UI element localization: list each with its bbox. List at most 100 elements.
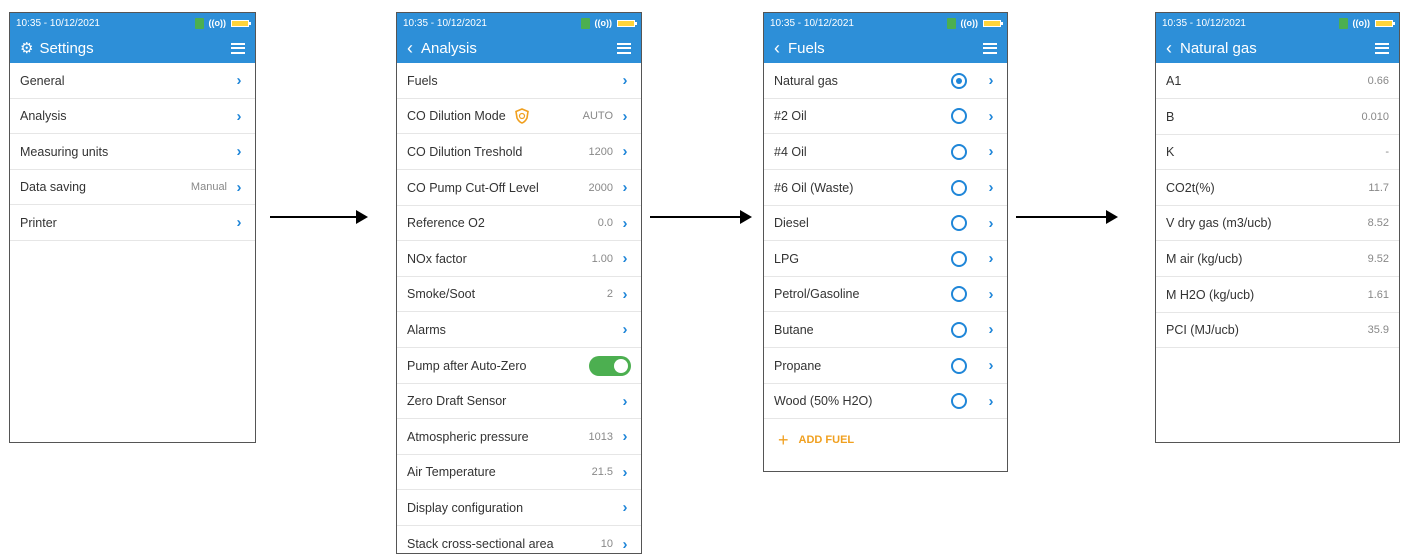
page-title: Settings (39, 39, 94, 57)
settings-item-general[interactable]: General › (10, 63, 255, 99)
item-label: Petrol/Gasoline (774, 287, 860, 301)
analysis-item-smoke-soot[interactable]: Smoke/Soot 2 › (397, 277, 641, 312)
param-value: 9.52 (1367, 252, 1389, 265)
fuel-item-6-oil[interactable]: #6 Oil (Waste) › (764, 170, 1007, 206)
chevron-right-icon: › (622, 285, 628, 303)
chevron-right-icon[interactable]: › (985, 250, 997, 267)
fuel-item-propane[interactable]: Propane › (764, 348, 1007, 384)
analysis-item-display-configuration[interactable]: Display configuration › (397, 490, 641, 526)
chevron-right-icon: › (622, 250, 628, 267)
item-label: Data saving (20, 180, 87, 194)
radio-unselected[interactable] (951, 321, 967, 338)
item-value: 10 (600, 538, 613, 550)
item-label: Display configuration (407, 500, 524, 515)
fuel-item-petrol[interactable]: Petrol/Gasoline › (764, 277, 1007, 312)
chevron-right-icon[interactable]: › (985, 215, 997, 232)
chevron-right-icon[interactable]: › (985, 357, 997, 374)
title-bar: ‹ Natural gas (1156, 33, 1399, 63)
item-label: Smoke/Soot (407, 287, 476, 301)
plug-icon (580, 17, 590, 29)
item-label: CO Dilution Treshold (407, 144, 523, 159)
analysis-item-alarms[interactable]: Alarms › (397, 312, 641, 348)
chevron-left-icon[interactable]: ‹ (407, 39, 413, 57)
item-value: 0.0 (597, 217, 613, 229)
fuel-item-butane[interactable]: Butane › (764, 312, 1007, 348)
chevron-right-icon[interactable]: › (985, 143, 997, 160)
fuel-item-lpg[interactable]: LPG › (764, 241, 1007, 277)
settings-item-data-saving[interactable]: Data saving Manual › (10, 170, 255, 205)
title-bar: ‹ Analysis (397, 33, 641, 63)
pump-after-autozero-toggle[interactable] (589, 355, 631, 376)
item-value: 2 (606, 288, 613, 300)
fuel-item-natural-gas[interactable]: Natural gas › (764, 63, 1007, 99)
analysis-item-stack-area[interactable]: Stack cross-sectional area 10 › (397, 526, 641, 553)
fuel-item-4-oil[interactable]: #4 Oil › (764, 134, 1007, 170)
chevron-right-icon: › (622, 321, 628, 338)
item-label: Atmospheric pressure (407, 429, 529, 444)
item-label: Analysis (20, 109, 67, 123)
analysis-item-co-dilution-treshold[interactable]: CO Dilution Treshold 1200 › (397, 134, 641, 170)
analysis-item-air-temperature[interactable]: Air Temperature 21.5 › (397, 455, 641, 490)
chevron-right-icon[interactable]: › (985, 108, 997, 125)
item-value: 2000 (588, 181, 613, 194)
gas-param-m-h2o: M H2O (kg/ucb) 1.61 (1156, 277, 1399, 313)
item-value: 1.00 (591, 252, 613, 265)
gear-icon: ⚙ (20, 40, 34, 57)
analysis-item-reference-o2[interactable]: Reference O2 0.0 › (397, 206, 641, 241)
wireless-icon: ((o)) (208, 18, 227, 28)
analysis-item-nox-factor[interactable]: NOx factor 1.00 › (397, 241, 641, 277)
settings-item-analysis[interactable]: Analysis › (10, 99, 255, 134)
item-value: 21.5 (591, 466, 613, 478)
chevron-right-icon: › (622, 143, 628, 160)
param-value: - (1385, 146, 1389, 158)
radio-unselected[interactable] (951, 393, 967, 409)
fuel-item-2-oil[interactable]: #2 Oil › (764, 99, 1007, 134)
hamburger-menu-icon[interactable] (1375, 42, 1389, 54)
radio-unselected[interactable] (951, 143, 967, 160)
item-value: AUTO (582, 110, 613, 122)
item-label: Pump after Auto-Zero (407, 358, 527, 373)
chevron-left-icon[interactable]: ‹ (1166, 39, 1172, 57)
chevron-right-icon[interactable]: › (985, 393, 997, 410)
chevron-right-icon[interactable]: › (985, 286, 997, 303)
settings-item-measuring-units[interactable]: Measuring units › (10, 134, 255, 170)
item-label: NOx factor (407, 251, 467, 266)
analysis-item-co-pump-cutoff[interactable]: CO Pump Cut-Off Level 2000 › (397, 170, 641, 206)
battery-icon (231, 19, 251, 27)
hamburger-menu-icon[interactable] (231, 42, 245, 54)
add-fuel-button[interactable]: + ADD FUEL (764, 419, 1007, 461)
radio-unselected[interactable] (951, 357, 967, 374)
analysis-item-co-dilution-mode[interactable]: CO Dilution Mode AUTO › (397, 99, 641, 134)
fuel-item-wood[interactable]: Wood (50% H2O) › (764, 384, 1007, 419)
analysis-item-fuels[interactable]: Fuels › (397, 63, 641, 99)
fuels-screen: 10:35 - 10/12/2021 ((o)) ‹ Fuels Natural… (763, 12, 1008, 472)
chevron-right-icon[interactable]: › (985, 179, 997, 196)
analysis-item-zero-draft-sensor[interactable]: Zero Draft Sensor › (397, 384, 641, 419)
hamburger-menu-icon[interactable] (983, 42, 997, 54)
settings-item-printer[interactable]: Printer › (10, 205, 255, 241)
add-fuel-label: ADD FUEL (798, 434, 855, 446)
plug-icon (946, 17, 956, 29)
gas-param-m-air: M air (kg/ucb) 9.52 (1156, 241, 1399, 277)
radio-unselected[interactable] (951, 250, 967, 267)
radio-unselected[interactable] (951, 215, 967, 231)
radio-unselected[interactable] (951, 108, 967, 124)
radio-selected[interactable] (951, 72, 967, 89)
flow-arrow-icon (650, 210, 752, 224)
hamburger-menu-icon[interactable] (617, 42, 631, 54)
battery-icon (983, 19, 1003, 27)
item-label: Fuels (407, 73, 438, 88)
param-value: 0.66 (1367, 74, 1389, 87)
chevron-right-icon: › (236, 143, 242, 160)
fuel-item-diesel[interactable]: Diesel › (764, 206, 1007, 241)
radio-unselected[interactable] (951, 179, 967, 196)
param-value: 1.61 (1367, 288, 1389, 301)
analysis-item-atmospheric-pressure[interactable]: Atmospheric pressure 1013 › (397, 419, 641, 455)
item-value: 1200 (588, 145, 613, 158)
chevron-right-icon[interactable]: › (985, 321, 997, 338)
chevron-right-icon: › (622, 463, 628, 481)
chevron-right-icon[interactable]: › (985, 72, 997, 89)
radio-unselected[interactable] (951, 286, 967, 302)
chevron-left-icon[interactable]: ‹ (774, 39, 780, 57)
status-bar: 10:35 - 10/12/2021 ((o)) (397, 13, 641, 33)
